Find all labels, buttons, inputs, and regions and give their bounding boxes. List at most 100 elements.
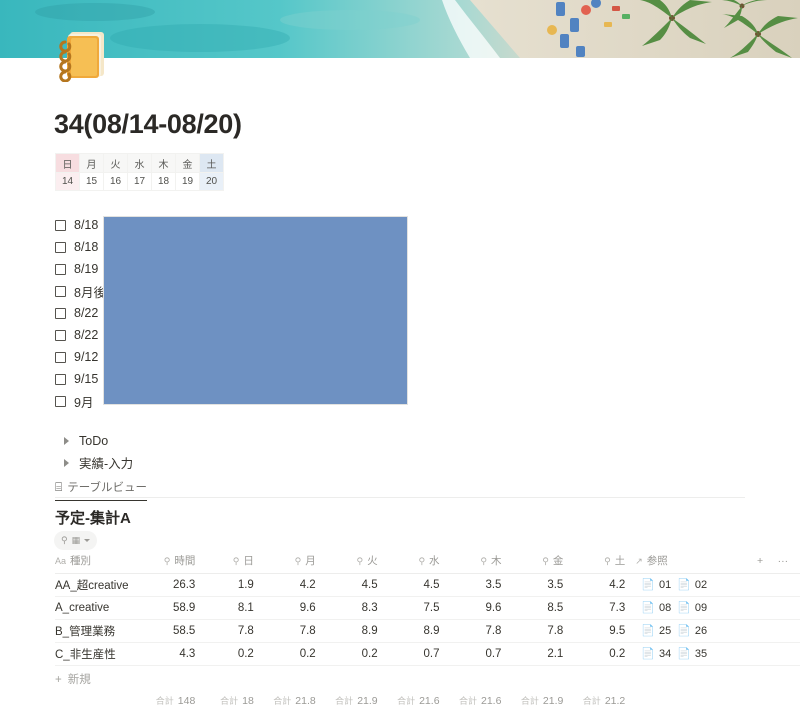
cell-wed[interactable]: 4.5 bbox=[387, 573, 450, 597]
blue-overlay-block[interactable] bbox=[103, 216, 408, 405]
total-fri[interactable]: 合計 21.9 bbox=[511, 690, 573, 709]
cell-thu[interactable]: 7.8 bbox=[449, 619, 512, 643]
cell-sat[interactable]: 4.2 bbox=[573, 573, 636, 597]
cell-sun[interactable]: 0.2 bbox=[205, 642, 264, 666]
cell-mon[interactable]: 4.2 bbox=[263, 573, 326, 597]
reference-link[interactable]: 📄 35 bbox=[677, 648, 707, 660]
table-row[interactable]: AA_超creative 26.3 1.9 4.2 4.5 4.5 3.5 3.… bbox=[55, 573, 800, 597]
cell-thu[interactable]: 3.5 bbox=[449, 573, 512, 597]
calendar-date-15[interactable]: 15 bbox=[79, 172, 104, 191]
table-row[interactable]: C_非生産性 4.3 0.2 0.2 0.2 0.7 0.7 2.1 0.2 📄… bbox=[55, 642, 800, 666]
cell-kind[interactable]: C_非生産性 bbox=[55, 642, 145, 666]
calendar-date-18[interactable]: 18 bbox=[151, 172, 176, 191]
checkbox-icon[interactable] bbox=[55, 219, 66, 231]
cell-kind[interactable]: AA_超creative bbox=[55, 573, 145, 597]
calendar-date-20[interactable]: 20 bbox=[199, 172, 224, 191]
cell-fri[interactable]: 8.5 bbox=[511, 596, 574, 620]
page-icon-notebook[interactable] bbox=[54, 26, 110, 83]
column-header-tue[interactable]: ⚲ 火 bbox=[325, 553, 388, 574]
cell-thu[interactable]: 0.7 bbox=[449, 642, 512, 666]
cell-kind[interactable]: A_creative bbox=[55, 596, 145, 620]
table-row[interactable]: A_creative 58.9 8.1 9.6 8.3 7.5 9.6 8.5 … bbox=[55, 596, 800, 620]
column-header-wed[interactable]: ⚲ 水 bbox=[387, 553, 450, 574]
calendar-date-14[interactable]: 14 bbox=[55, 172, 80, 191]
column-header-fri[interactable]: ⚲ 金 bbox=[511, 553, 574, 574]
table-row[interactable]: B_管理業務 58.5 7.8 7.8 8.9 8.9 7.8 7.8 9.5 … bbox=[55, 619, 800, 643]
cell-mon[interactable]: 7.8 bbox=[263, 619, 326, 643]
cell-tue[interactable]: 8.9 bbox=[325, 619, 388, 643]
checkbox-icon[interactable] bbox=[55, 329, 66, 341]
cell-mon[interactable]: 9.6 bbox=[263, 596, 326, 620]
chevron-right-icon[interactable] bbox=[64, 436, 69, 445]
reference-link[interactable]: 📄 34 bbox=[641, 648, 671, 660]
cell-wed[interactable]: 7.5 bbox=[387, 596, 450, 620]
column-header-time[interactable]: ⚲ 時間 bbox=[144, 553, 206, 574]
cell-time[interactable]: 26.3 bbox=[144, 573, 206, 597]
new-row-cell[interactable]: + 新規 bbox=[55, 666, 800, 690]
reference-link[interactable]: 📄 01 bbox=[641, 579, 671, 591]
checkbox-icon[interactable] bbox=[55, 351, 66, 363]
total-sun[interactable]: 合計 18 bbox=[205, 690, 263, 709]
cell-thu[interactable]: 9.6 bbox=[449, 596, 512, 620]
column-header-sat[interactable]: ⚲ 土 bbox=[573, 553, 636, 574]
calendar-date-17[interactable]: 17 bbox=[127, 172, 152, 191]
cell-fri[interactable]: 7.8 bbox=[511, 619, 574, 643]
filter-chip[interactable]: ⚲ ▦ bbox=[54, 531, 98, 550]
checkbox-icon[interactable] bbox=[55, 395, 66, 407]
checkbox-icon[interactable] bbox=[55, 241, 66, 253]
toggle-block-todo[interactable]: ToDo bbox=[55, 430, 455, 451]
checkbox-icon[interactable] bbox=[55, 373, 66, 385]
toggle-block-jisseki[interactable]: 実績-入力 bbox=[55, 452, 455, 473]
cell-fri[interactable]: 3.5 bbox=[511, 573, 574, 597]
column-header-sun[interactable]: ⚲ 日 bbox=[205, 553, 264, 574]
checkbox-icon[interactable] bbox=[55, 263, 66, 275]
checkbox-icon[interactable] bbox=[55, 307, 66, 319]
new-row[interactable]: + 新規 bbox=[55, 666, 800, 690]
table-more-options-button[interactable]: ··· bbox=[777, 553, 800, 574]
reference-link[interactable]: 📄 25 bbox=[641, 625, 671, 637]
cell-time[interactable]: 4.3 bbox=[144, 642, 206, 666]
chevron-right-icon[interactable] bbox=[64, 458, 69, 467]
column-header-mon[interactable]: ⚲ 月 bbox=[263, 553, 326, 574]
cell-kind[interactable]: B_管理業務 bbox=[55, 619, 145, 643]
calendar-date-19[interactable]: 19 bbox=[175, 172, 200, 191]
reference-link[interactable]: 📄 08 bbox=[641, 602, 671, 614]
cell-sat[interactable]: 7.3 bbox=[573, 596, 636, 620]
cell-wed[interactable]: 0.7 bbox=[387, 642, 450, 666]
total-tue[interactable]: 合計 21.9 bbox=[326, 690, 388, 709]
page-title[interactable]: 34(08/14-08/20) bbox=[54, 108, 242, 140]
cell-mon[interactable]: 0.2 bbox=[263, 642, 326, 666]
reference-link[interactable]: 📄 02 bbox=[677, 579, 707, 591]
cell-sat[interactable]: 9.5 bbox=[573, 619, 636, 643]
cell-tue[interactable]: 0.2 bbox=[325, 642, 388, 666]
cell-tue[interactable]: 4.5 bbox=[325, 573, 388, 597]
reference-link[interactable]: 📄 09 bbox=[677, 602, 707, 614]
cell-sat[interactable]: 0.2 bbox=[573, 642, 636, 666]
cell-wed[interactable]: 8.9 bbox=[387, 619, 450, 643]
calendar-date-16[interactable]: 16 bbox=[103, 172, 128, 191]
checkbox-icon[interactable] bbox=[55, 285, 66, 297]
chevron-down-icon[interactable] bbox=[84, 539, 91, 542]
cell-time[interactable]: 58.5 bbox=[144, 619, 206, 643]
total-thu[interactable]: 合計 21.6 bbox=[450, 690, 512, 709]
cell-reference[interactable]: 📄 08 📄 09 bbox=[635, 596, 758, 620]
cell-fri[interactable]: 2.1 bbox=[511, 642, 574, 666]
column-header-kind[interactable]: Aa 種別 bbox=[55, 553, 145, 574]
total-wed[interactable]: 合計 21.6 bbox=[388, 690, 450, 709]
cell-reference[interactable]: 📄 25 📄 26 bbox=[635, 619, 758, 643]
reference-link[interactable]: 📄 26 bbox=[677, 625, 707, 637]
total-mon[interactable]: 合計 21.8 bbox=[264, 690, 326, 709]
database-title[interactable]: 予定-集計A bbox=[55, 507, 131, 528]
page-cover[interactable] bbox=[0, 0, 800, 58]
total-sat[interactable]: 合計 21.2 bbox=[573, 690, 635, 709]
cell-tue[interactable]: 8.3 bbox=[325, 596, 388, 620]
cell-reference[interactable]: 📄 01 📄 02 bbox=[635, 573, 758, 597]
cell-reference[interactable]: 📄 34 📄 35 bbox=[635, 642, 758, 666]
cell-time[interactable]: 58.9 bbox=[144, 596, 206, 620]
total-time[interactable]: 合計 148 bbox=[145, 690, 206, 709]
add-column-button[interactable]: + bbox=[757, 553, 778, 574]
cell-sun[interactable]: 7.8 bbox=[205, 619, 264, 643]
column-header-thu[interactable]: ⚲ 木 bbox=[449, 553, 512, 574]
column-header-reference[interactable]: ↗ 参照 bbox=[635, 553, 758, 574]
cell-sun[interactable]: 8.1 bbox=[205, 596, 264, 620]
